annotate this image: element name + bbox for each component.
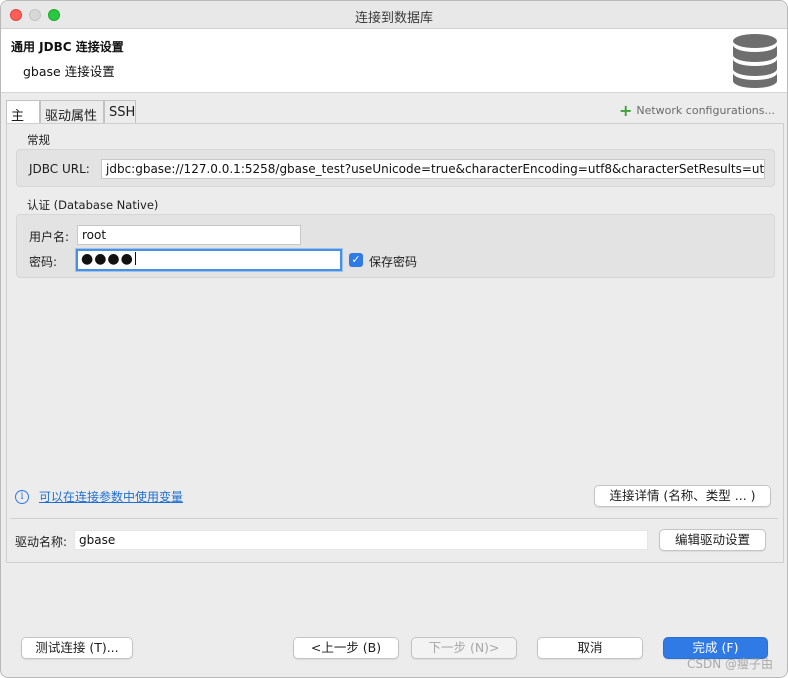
general-group: JDBC URL: jdbc:gbase://127.0.0.1:5258/gb… [16,149,775,187]
variables-link[interactable]: 可以在连接参数中使用变量 [39,488,183,505]
username-label: 用户名: [29,230,70,244]
divider [10,518,778,519]
window-title: 连接到数据库 [354,11,433,26]
edit-driver-settings-button[interactable]: 编辑驱动设置 [659,529,766,551]
driver-name-field: gbase [74,530,648,550]
text-caret [134,252,136,265]
tab-driver-properties[interactable]: 驱动属性 [40,100,104,124]
header-title: 通用 JDBC 连接设置 [11,40,124,54]
auth-group: 用户名: root 密码: ●●●● ✓ 保存密码 [16,214,775,278]
general-group-label: 常规 [27,133,50,147]
username-input[interactable]: root [77,225,301,245]
connection-details-button[interactable]: 连接详情 (名称、类型 ... ) [594,485,771,507]
network-configurations-link[interactable]: + Network configurations... [618,100,775,120]
network-configurations-label: Network configurations... [636,104,775,117]
test-connection-button[interactable]: 测试连接 (T)... [21,637,133,659]
info-icon: i [15,490,29,504]
next-button[interactable]: 下一步 (N)> [411,637,517,659]
jdbc-url-label: JDBC URL: [29,162,90,176]
password-input[interactable]: ●●●● [76,249,342,271]
password-label: 密码: [29,255,58,269]
header-subtitle: gbase 连接设置 [23,64,115,79]
main-tab-panel: 常规 JDBC URL: jdbc:gbase://127.0.0.1:5258… [6,123,784,563]
password-mask: ●●●● [81,251,134,267]
database-icon [733,34,777,88]
connect-database-dialog: 连接到数据库 通用 JDBC 连接设置 gbase 连接设置 主要 驱动属性 S… [0,0,788,678]
plus-icon: + [618,100,633,120]
tab-ssh[interactable]: SSH [104,100,136,124]
tab-main[interactable]: 主要 [6,100,40,143]
title-bar: 连接到数据库 [1,1,787,29]
cancel-button[interactable]: 取消 [537,637,643,659]
save-password-label: 保存密码 [369,255,418,269]
back-button[interactable]: <上一步 (B) [293,637,399,659]
driver-name-label: 驱动名称: [15,535,68,549]
jdbc-url-input[interactable]: jdbc:gbase://127.0.0.1:5258/gbase_test?u… [101,159,765,179]
auth-group-label: 认证 (Database Native) [27,198,159,212]
watermark: CSDN @瘦子由 [686,657,773,671]
dialog-header: 通用 JDBC 连接设置 gbase 连接设置 [1,29,787,93]
save-password-checkbox[interactable]: ✓ [349,253,363,267]
